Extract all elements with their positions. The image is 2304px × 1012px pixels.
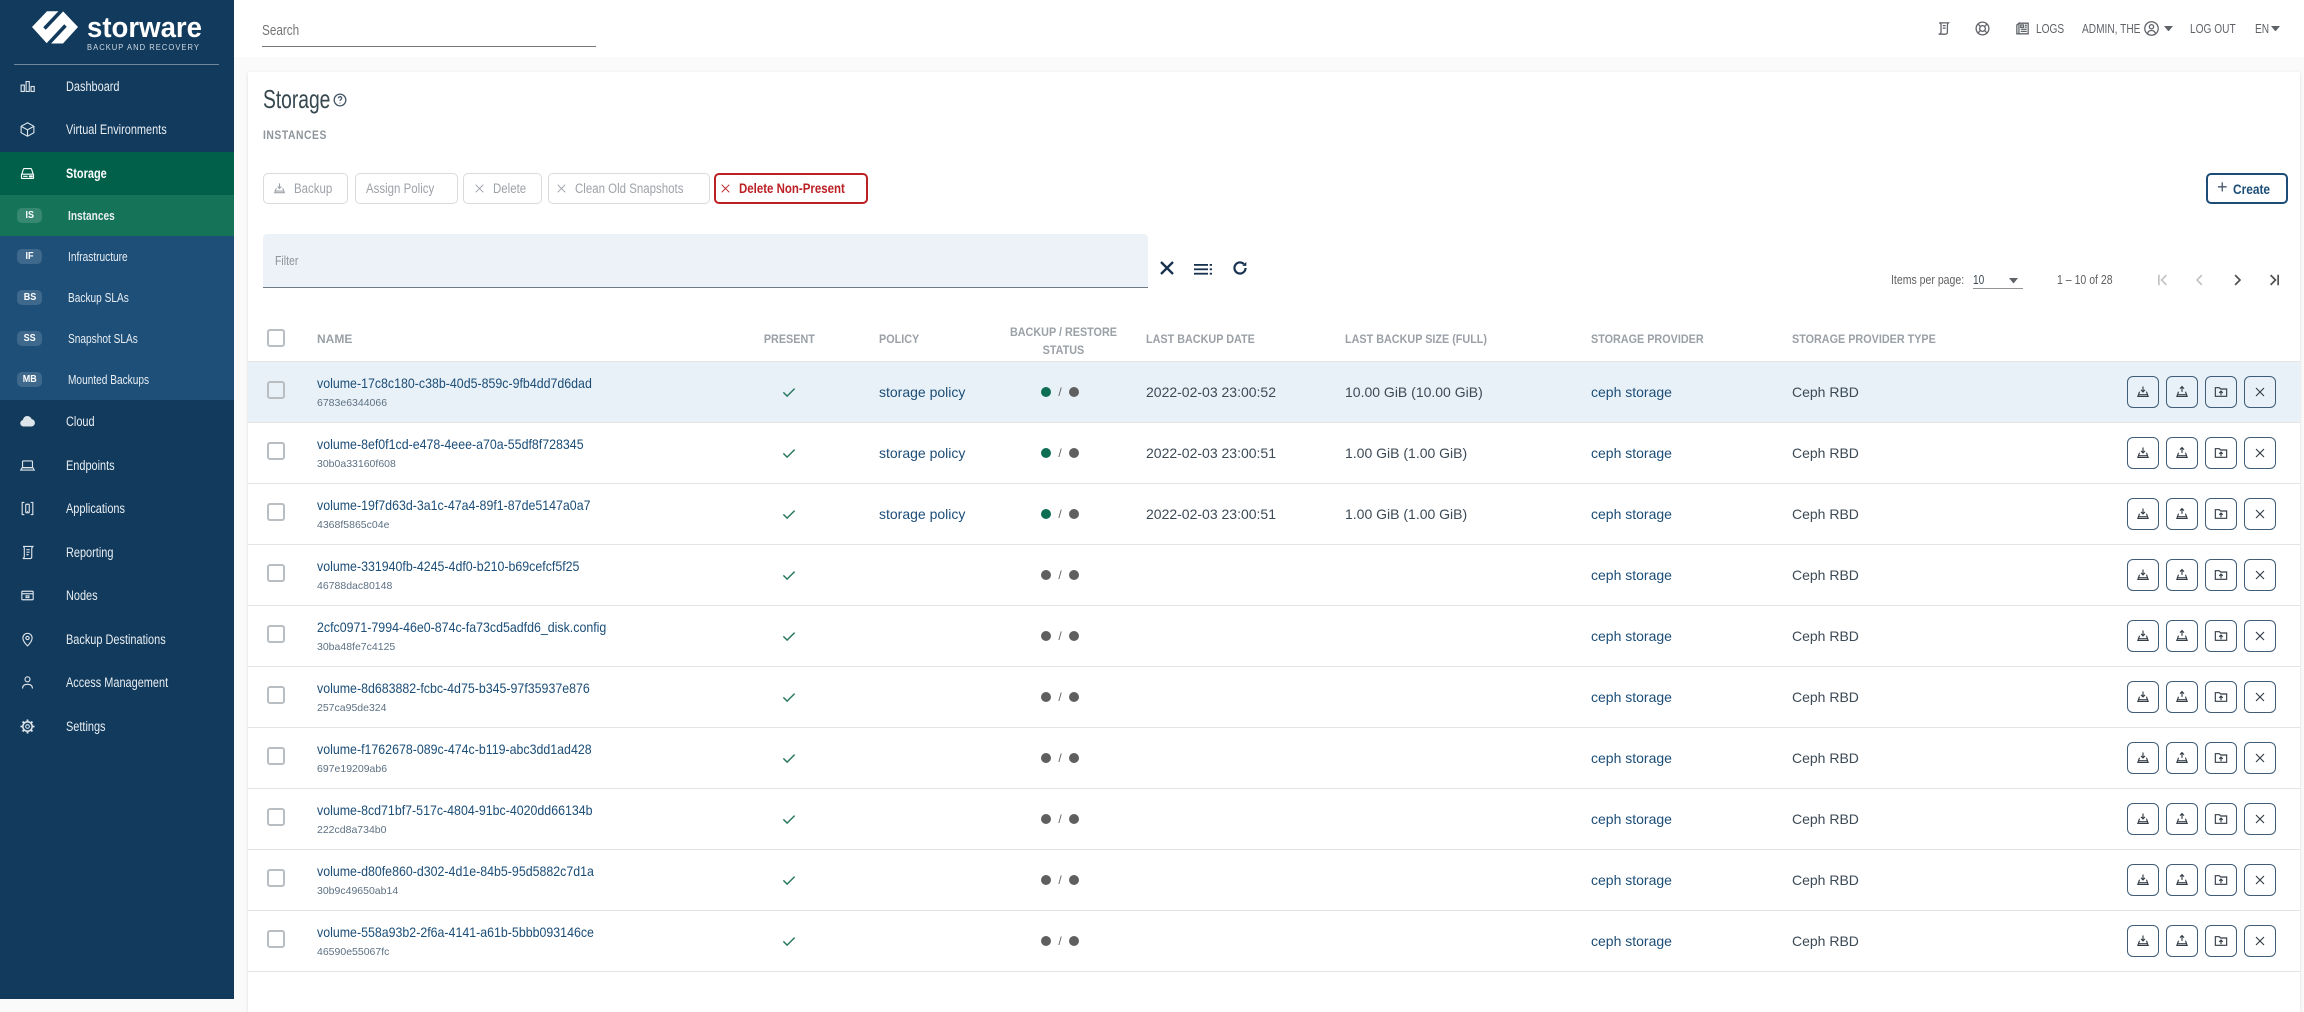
svg-text:BACKUP AND RECOVERY: BACKUP AND RECOVERY <box>87 42 200 52</box>
svg-text:storware: storware <box>87 13 202 44</box>
